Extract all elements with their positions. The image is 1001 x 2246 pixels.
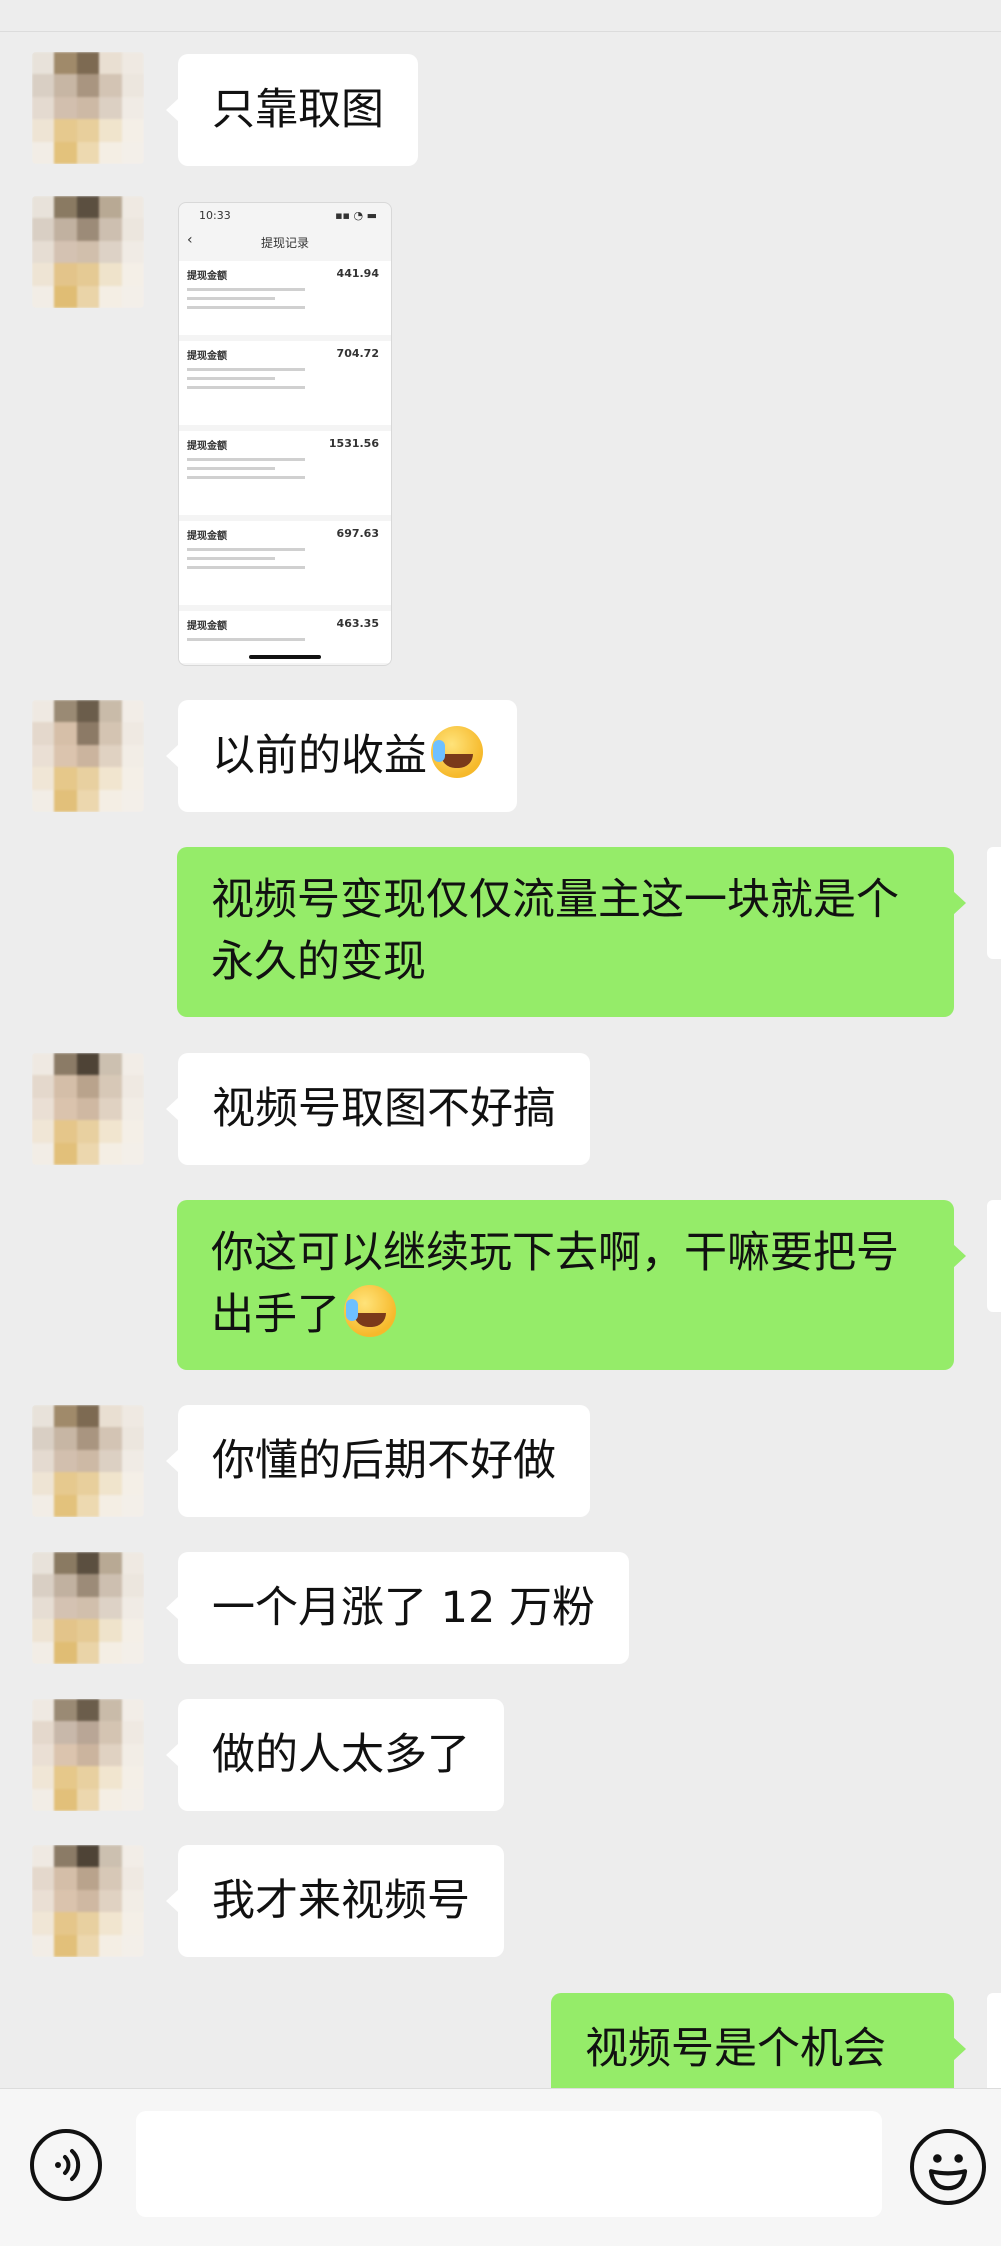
message-input[interactable] [136, 2111, 882, 2217]
contact-avatar[interactable] [32, 52, 144, 164]
message-bubble[interactable]: 以前的收益 [166, 700, 517, 812]
chat-screen: 只靠取图 10:33 ▪▪ ◔ ▬ ‹ 提现记录 提现金额 441.94 提现金… [0, 0, 1001, 2246]
screenshot-thumbnail[interactable]: 10:33 ▪▪ ◔ ▬ ‹ 提现记录 提现金额 441.94 提现金额 704… [178, 202, 392, 666]
message-bubble[interactable]: 一个月涨了 12 万粉 [165, 1552, 630, 1664]
message-bubble[interactable]: 我才来视频号 [166, 1845, 504, 1957]
record-amount: 441.94 [336, 267, 379, 280]
message-text: 以前的收益 [212, 731, 427, 781]
contact-avatar[interactable] [32, 700, 144, 812]
message-bubble[interactable]: 只靠取图 [166, 54, 418, 166]
message-bubble[interactable]: 做的人太多了 [166, 1699, 504, 1811]
record-amount: 704.72 [336, 347, 379, 360]
record-line [187, 548, 305, 551]
message-bubble[interactable]: 视频号取图不好搞 [166, 1053, 590, 1165]
voice-input-button[interactable] [30, 2129, 102, 2201]
message-text: 只靠取图 [212, 85, 384, 135]
message-bubble[interactable]: 视频号变现仅仅流量主这一块就是个永久的变现 [177, 847, 966, 1017]
message-bubble[interactable]: 你懂的后期不好做 [166, 1405, 590, 1517]
record-line [187, 476, 305, 479]
voice-icon [55, 2149, 81, 2181]
contact-avatar[interactable] [32, 1845, 144, 1957]
top-divider [0, 31, 1001, 32]
laughing-crying-emoji-icon [431, 726, 483, 778]
contact-avatar[interactable] [32, 1053, 144, 1165]
thumbnail-title: 提现记录 [260, 236, 309, 250]
emoji-button[interactable] [910, 2129, 986, 2205]
record-card: 提现金额 704.72 [179, 341, 391, 425]
message-text: 你这可以继续玩下去啊，干嘛要把号出手了 [211, 1228, 899, 1340]
record-line [187, 638, 305, 641]
record-line [187, 566, 305, 569]
record-line [187, 306, 305, 309]
contact-avatar[interactable] [32, 1405, 144, 1517]
self-avatar[interactable] [987, 1200, 1001, 1312]
contact-avatar[interactable] [32, 1699, 144, 1811]
record-line [187, 386, 305, 389]
contact-avatar[interactable] [32, 196, 144, 308]
message-text: 视频号变现仅仅流量主这一块就是个永久的变现 [211, 875, 899, 987]
record-card: 提现金额 441.94 [179, 261, 391, 335]
signal-icon: ▪▪ ◔ ▬ [335, 209, 377, 222]
record-amount: 697.63 [336, 527, 379, 540]
home-indicator [249, 655, 321, 659]
message-text: 视频号取图不好搞 [212, 1084, 556, 1134]
message-text: 我才来视频号 [212, 1876, 470, 1926]
input-bar [0, 2088, 1001, 2246]
record-line [187, 458, 305, 461]
record-line [187, 377, 276, 380]
smiley-icon [928, 2154, 968, 2191]
record-card: 提现金额 1531.56 [179, 431, 391, 515]
contact-avatar[interactable] [32, 1552, 144, 1664]
record-card: 提现金额 697.63 [179, 521, 391, 605]
self-avatar[interactable] [987, 847, 1001, 959]
record-line [187, 557, 276, 560]
back-icon: ‹ [187, 232, 193, 248]
message-text: 做的人太多了 [212, 1730, 470, 1780]
thumbnail-titlebar: ‹ 提现记录 [179, 222, 391, 259]
record-amount: 463.35 [336, 617, 379, 630]
record-line [187, 297, 276, 300]
thumbnail-time: 10:33 [199, 209, 231, 222]
message-bubble[interactable]: 你这可以继续玩下去啊，干嘛要把号出手了 [177, 1200, 966, 1370]
laughing-crying-emoji-icon [344, 1285, 396, 1337]
record-line [187, 288, 305, 291]
message-text: 一个月涨了 12 万粉 [212, 1583, 596, 1633]
message-text: 你懂的后期不好做 [212, 1436, 556, 1486]
record-line [187, 368, 305, 371]
message-text: 视频号是个机会 [585, 2024, 886, 2074]
record-amount: 1531.56 [328, 437, 379, 450]
record-line [187, 467, 276, 470]
thumbnail-statusbar: 10:33 ▪▪ ◔ ▬ [179, 203, 391, 222]
